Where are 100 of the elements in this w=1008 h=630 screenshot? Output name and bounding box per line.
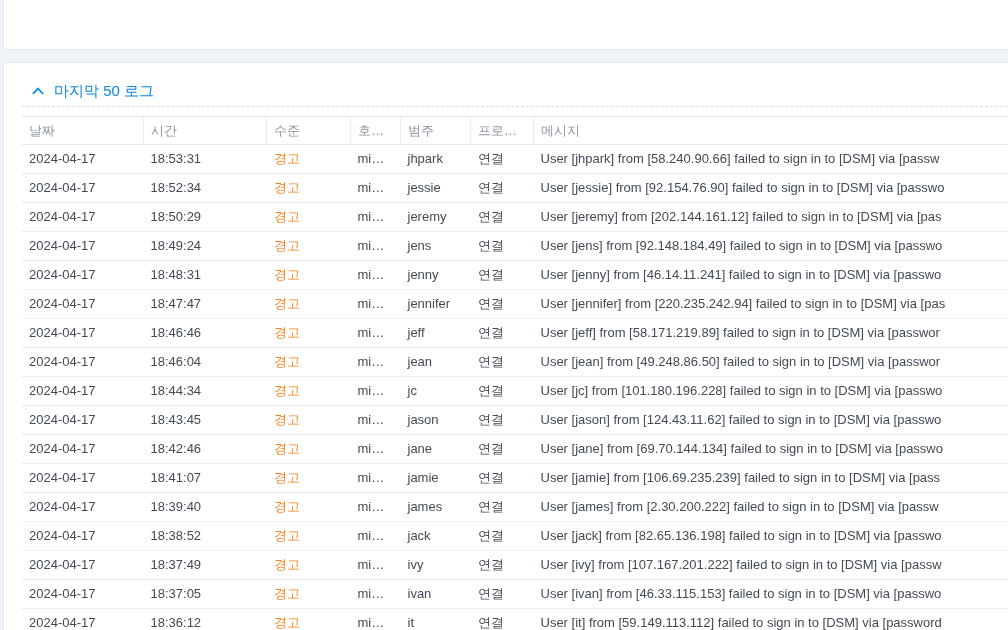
severity-label: 경고 bbox=[273, 441, 300, 456]
log-category: 연결 bbox=[477, 412, 504, 427]
log-category: 연결 bbox=[477, 383, 504, 398]
log-user: jens bbox=[407, 238, 432, 253]
severity-label: 경고 bbox=[273, 586, 300, 601]
log-category: 연결 bbox=[477, 296, 504, 311]
log-host: mi… bbox=[357, 209, 385, 224]
log-user: james bbox=[407, 499, 443, 514]
log-category: 연결 bbox=[477, 499, 504, 514]
log-host: mi… bbox=[357, 325, 385, 340]
log-message: User [jeremy] from [202.144.161.12] failed to sign in to [DSM] via [pas bbox=[540, 209, 942, 224]
log-host: mi… bbox=[357, 354, 385, 369]
severity-label: 경고 bbox=[273, 296, 300, 311]
log-message: User [jenny] from [46.14.11.241] failed to sign in to [DSM] via [passwo bbox=[540, 267, 942, 282]
log-host: mi… bbox=[357, 615, 385, 630]
severity-label: 경고 bbox=[273, 412, 300, 427]
log-message: User [it] from [59.149.113.112] failed to sign in to [DSM] via [password bbox=[540, 615, 942, 630]
log-time: 18:41:07 bbox=[150, 470, 202, 485]
column-header[interactable]: 날짜 bbox=[22, 116, 144, 145]
log-date: 2024-04-17 bbox=[29, 412, 96, 427]
log-date: 2024-04-17 bbox=[29, 209, 96, 224]
severity-label: 경고 bbox=[273, 528, 300, 543]
log-category: 연결 bbox=[477, 557, 504, 572]
log-category: 연결 bbox=[477, 470, 504, 485]
log-date: 2024-04-17 bbox=[29, 615, 96, 630]
log-host: mi… bbox=[357, 412, 385, 427]
log-user: jc bbox=[407, 383, 417, 398]
log-category: 연결 bbox=[477, 528, 504, 543]
log-date: 2024-04-17 bbox=[29, 296, 96, 311]
log-time: 18:38:52 bbox=[150, 528, 202, 543]
severity-label: 경고 bbox=[273, 180, 300, 195]
column-header[interactable]: 수준 bbox=[266, 116, 351, 145]
collapse-toggle[interactable]: 마지막 50 로그 bbox=[22, 79, 159, 103]
log-date: 2024-04-17 bbox=[29, 267, 96, 282]
log-host: mi… bbox=[357, 557, 385, 572]
column-header[interactable]: 범주 bbox=[400, 116, 471, 145]
log-message: User [ivan] from [46.33.115.153] failed to sign in to [DSM] via [passwo bbox=[540, 586, 942, 601]
log-message: User [jeff] from [58.171.219.89] failed to sign in to [DSM] via [passwor bbox=[540, 325, 940, 340]
log-date: 2024-04-17 bbox=[29, 151, 96, 166]
log-user: jean bbox=[407, 354, 433, 369]
log-host: mi… bbox=[357, 296, 385, 311]
log-user: jack bbox=[407, 528, 431, 543]
log-time: 18:37:05 bbox=[150, 586, 202, 601]
log-category: 연결 bbox=[477, 267, 504, 282]
log-category: 연결 bbox=[477, 615, 504, 630]
column-header[interactable]: 메시지 bbox=[533, 116, 1008, 145]
log-time: 18:36:12 bbox=[150, 615, 202, 630]
severity-label: 경고 bbox=[273, 499, 300, 514]
log-message: User [jhpark] from [58.240.90.66] failed to sign in to [DSM] via [passw bbox=[540, 151, 940, 166]
severity-label: 경고 bbox=[273, 325, 300, 340]
log-time: 18:46:04 bbox=[150, 354, 202, 369]
column-header[interactable]: 프로… bbox=[470, 116, 534, 145]
log-host: mi… bbox=[357, 586, 385, 601]
log-date: 2024-04-17 bbox=[29, 470, 96, 485]
log-user: jennifer bbox=[407, 296, 451, 311]
severity-label: 경고 bbox=[273, 383, 300, 398]
log-user: jeremy bbox=[407, 209, 447, 224]
severity-label: 경고 bbox=[273, 267, 300, 282]
log-host: mi… bbox=[357, 528, 385, 543]
log-user: ivy bbox=[407, 557, 424, 572]
log-time: 18:53:31 bbox=[150, 151, 202, 166]
log-date: 2024-04-17 bbox=[29, 238, 96, 253]
severity-label: 경고 bbox=[273, 209, 300, 224]
log-message: User [james] from [2.30.200.222] failed to sign in to [DSM] via [passw bbox=[540, 499, 939, 514]
severity-label: 경고 bbox=[273, 557, 300, 572]
log-host: mi… bbox=[357, 180, 385, 195]
log-message: User [jens] from [92.148.184.49] failed to sign in to [DSM] via [passwo bbox=[540, 238, 943, 253]
column-header[interactable]: 호… bbox=[350, 116, 401, 145]
log-user: jason bbox=[407, 412, 439, 427]
log-date: 2024-04-17 bbox=[29, 383, 96, 398]
log-user: it bbox=[407, 615, 414, 630]
log-message: User [ivy] from [107.167.201.222] failed to sign in to [DSM] via [passw bbox=[540, 557, 942, 572]
log-message: User [jc] from [101.180.196.228] failed to sign in to [DSM] via [passwo bbox=[540, 383, 943, 398]
log-host: mi… bbox=[357, 267, 385, 282]
log-date: 2024-04-17 bbox=[29, 586, 96, 601]
log-host: mi… bbox=[357, 383, 385, 398]
log-category: 연결 bbox=[477, 238, 504, 253]
log-category: 연결 bbox=[477, 441, 504, 456]
log-user: jenny bbox=[407, 267, 439, 282]
log-time: 18:50:29 bbox=[150, 209, 202, 224]
log-message: User [jack] from [82.65.136.198] failed to sign in to [DSM] via [passwo bbox=[540, 528, 942, 543]
log-date: 2024-04-17 bbox=[29, 354, 96, 369]
log-host: mi… bbox=[357, 499, 385, 514]
log-message: User [jessie] from [92.154.76.90] failed to sign in to [DSM] via [passwo bbox=[540, 180, 945, 195]
log-message: User [jennifer] from [220.235.242.94] failed to sign in to [DSM] via [pas bbox=[540, 296, 946, 311]
log-date: 2024-04-17 bbox=[29, 528, 96, 543]
log-time: 18:43:45 bbox=[150, 412, 202, 427]
log-user: jeff bbox=[407, 325, 425, 340]
log-host: mi… bbox=[357, 238, 385, 253]
log-category: 연결 bbox=[477, 180, 504, 195]
column-header[interactable]: 시간 bbox=[143, 116, 267, 145]
log-host: mi… bbox=[357, 470, 385, 485]
log-time: 18:44:34 bbox=[150, 383, 202, 398]
log-message: User [jean] from [49.248.86.50] failed to sign in to [DSM] via [passwor bbox=[540, 354, 941, 369]
log-user: jessie bbox=[407, 180, 441, 195]
log-user: jane bbox=[407, 441, 433, 456]
severity-label: 경고 bbox=[273, 151, 300, 166]
log-date: 2024-04-17 bbox=[29, 557, 96, 572]
log-category: 연결 bbox=[477, 151, 504, 166]
log-message: User [jamie] from [106.69.235.239] failed to sign in to [DSM] via [pass bbox=[540, 470, 941, 485]
